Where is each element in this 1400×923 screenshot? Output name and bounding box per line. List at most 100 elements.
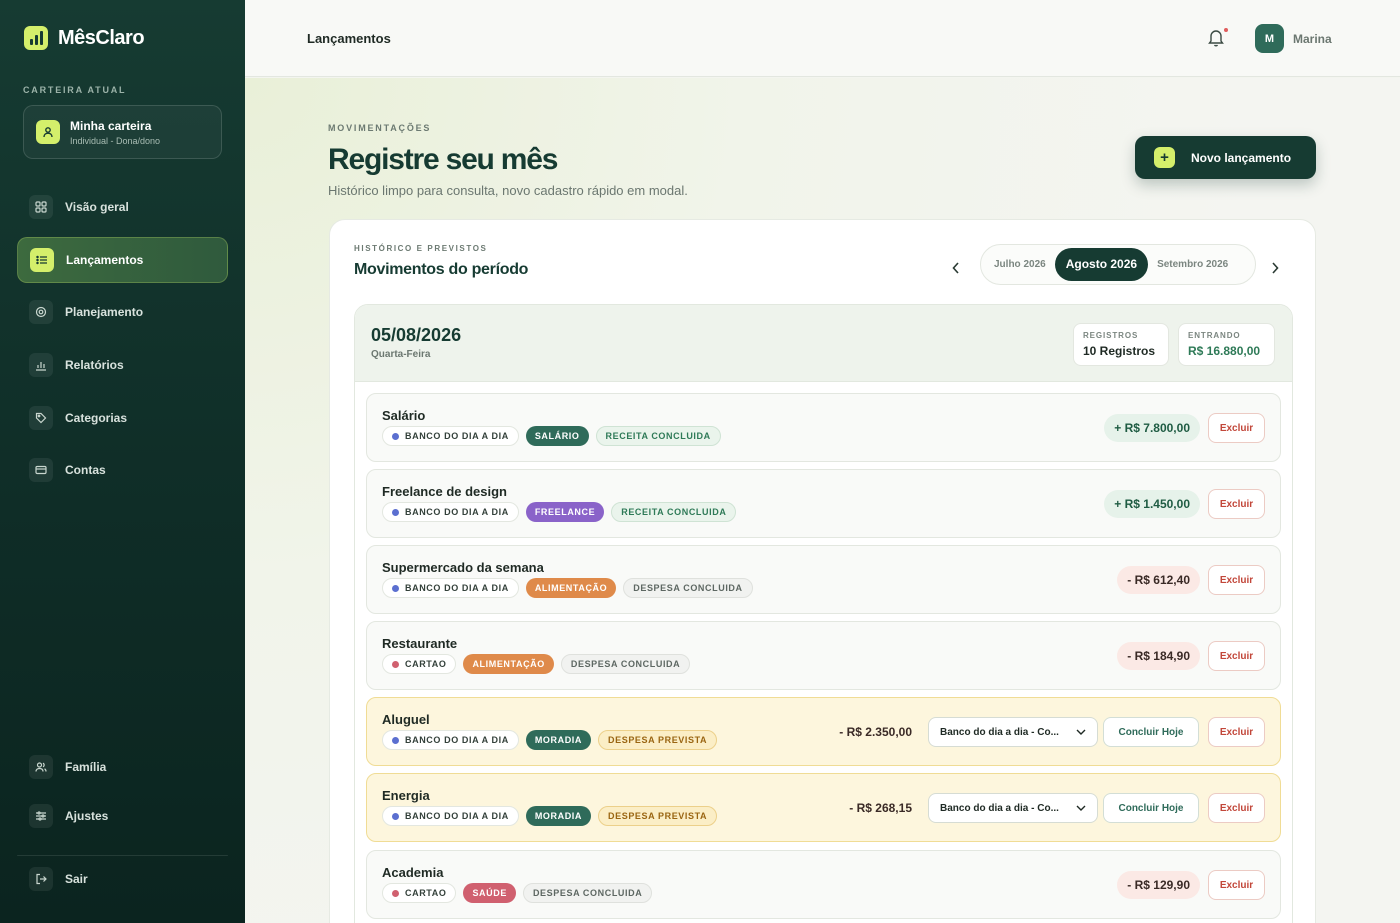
- transaction-row[interactable]: Freelance de design BANCO DO DIA A DIA F…: [366, 469, 1281, 538]
- account-dot-icon: [392, 736, 399, 744]
- account-tag: CARTAO: [382, 883, 457, 903]
- target-icon: [29, 300, 53, 324]
- transaction-name: Salário: [382, 408, 426, 423]
- user-name[interactable]: Marina: [1293, 32, 1332, 46]
- transaction-row[interactable]: Salário BANCO DO DIA A DIA SALÁRIO RECEI…: [366, 393, 1281, 462]
- entrando-stat: ENTRANDO R$ 16.880,00: [1178, 323, 1275, 366]
- transaction-row[interactable]: Restaurante CARTAO ALIMENTAÇÃO DESPESA C…: [366, 621, 1281, 690]
- transaction-row[interactable]: Academia CARTAO SAÚDE DESPESA CONCLUIDA …: [366, 850, 1281, 919]
- delete-button[interactable]: Excluir: [1208, 793, 1265, 823]
- transaction-row[interactable]: Aluguel BANCO DO DIA A DIA MORADIA DESPE…: [366, 697, 1281, 766]
- account-dot-icon: [392, 432, 399, 440]
- delete-button[interactable]: Excluir: [1208, 870, 1265, 900]
- account-dot-icon: [392, 812, 399, 820]
- sidebar-item-label: Ajustes: [65, 809, 109, 823]
- sidebar-item-planejamento[interactable]: Planejamento: [17, 289, 228, 335]
- delete-button[interactable]: Excluir: [1208, 565, 1265, 595]
- chevron-right-icon[interactable]: [1265, 258, 1285, 278]
- sidebar-item-familia[interactable]: Família: [17, 744, 228, 790]
- stat-label: REGISTROS: [1083, 331, 1139, 340]
- status-badge: RECEITA CONCLUIDA: [595, 426, 721, 446]
- account-dot-icon: [392, 584, 399, 592]
- sidebar-item-relatorios[interactable]: Relatórios: [17, 342, 228, 388]
- conclude-today-button[interactable]: Concluir Hoje: [1103, 793, 1199, 823]
- sidebar: MêsClaro CARTEIRA ATUAL Minha carteira I…: [0, 0, 245, 923]
- category-tag: ALIMENTAÇÃO: [463, 654, 554, 674]
- sidebar-item-sair[interactable]: Sair: [17, 856, 228, 902]
- sidebar-item-label: Relatórios: [65, 358, 124, 372]
- category-tag: SALÁRIO: [525, 426, 589, 446]
- status-badge: DESPESA PREVISTA: [598, 806, 718, 826]
- notification-dot: [1224, 28, 1228, 32]
- delete-button[interactable]: Excluir: [1208, 489, 1265, 519]
- account-tag: BANCO DO DIA A DIA: [382, 730, 519, 750]
- month-tab-julho[interactable]: Julho 2026: [985, 248, 1055, 281]
- account-tag: BANCO DO DIA A DIA: [382, 578, 519, 598]
- transaction-row[interactable]: Energia BANCO DO DIA A DIA MORADIA DESPE…: [366, 773, 1281, 842]
- chevron-down-icon: [1076, 805, 1086, 811]
- sidebar-item-ajustes[interactable]: Ajustes: [17, 793, 228, 839]
- category-tag: MORADIA: [525, 730, 592, 750]
- chevron-left-icon[interactable]: [946, 258, 966, 278]
- account-dot-icon: [392, 889, 399, 897]
- app-name: MêsClaro: [58, 26, 145, 49]
- transaction-name: Energia: [382, 788, 430, 803]
- account-tag: BANCO DO DIA A DIA: [382, 806, 519, 826]
- account-tag: CARTAO: [382, 654, 457, 674]
- month-selector: Julho 2026 Agosto 2026 Setembro 2026: [980, 244, 1256, 285]
- day-header: 05/08/2026 Quarta-Feira REGISTROS 10 Reg…: [355, 305, 1292, 382]
- status-badge: DESPESA CONCLUIDA: [522, 883, 653, 903]
- avatar[interactable]: M: [1255, 24, 1284, 53]
- sidebar-item-label: Lançamentos: [66, 253, 144, 267]
- sidebar-item-label: Visão geral: [65, 200, 129, 214]
- stat-label: ENTRANDO: [1188, 331, 1241, 340]
- chevron-down-icon: [1076, 729, 1086, 735]
- transaction-name: Supermercado da semana: [382, 560, 544, 575]
- delete-button[interactable]: Excluir: [1208, 413, 1265, 443]
- page-title: Registre seu mês: [328, 143, 558, 176]
- status-badge: DESPESA CONCLUIDA: [560, 654, 691, 674]
- transaction-amount: - R$ 2.350,00: [839, 725, 912, 739]
- account-dot-icon: [392, 508, 399, 516]
- month-tab-setembro[interactable]: Setembro 2026: [1148, 248, 1237, 281]
- sidebar-item-categorias[interactable]: Categorias: [17, 395, 228, 441]
- logo-chart-icon: [24, 26, 48, 50]
- list-icon: [30, 248, 54, 272]
- sidebar-item-visao-geral[interactable]: Visão geral: [17, 184, 228, 230]
- sliders-icon: [29, 804, 53, 828]
- category-tag: FREELANCE: [525, 502, 605, 522]
- sidebar-item-label: Categorias: [65, 411, 128, 425]
- bar-chart-icon: [29, 353, 53, 377]
- transaction-name: Restaurante: [382, 636, 458, 651]
- sidebar-item-label: Contas: [65, 463, 106, 477]
- delete-button[interactable]: Excluir: [1208, 641, 1265, 671]
- wallet-section-label: CARTEIRA ATUAL: [23, 85, 127, 95]
- app-logo[interactable]: MêsClaro: [24, 26, 145, 50]
- month-tab-agosto[interactable]: Agosto 2026: [1054, 248, 1149, 281]
- day-date: 05/08/2026: [371, 325, 462, 345]
- sidebar-item-contas[interactable]: Contas: [17, 447, 228, 493]
- account-tag: BANCO DO DIA A DIA: [382, 426, 519, 446]
- transaction-row[interactable]: Supermercado da semana BANCO DO DIA A DI…: [366, 545, 1281, 614]
- day-group: 05/08/2026 Quarta-Feira REGISTROS 10 Reg…: [354, 304, 1293, 923]
- account-select[interactable]: Banco do dia a dia - Co...: [928, 793, 1098, 823]
- day-weekday: Quarta-Feira: [371, 349, 431, 360]
- conclude-today-button[interactable]: Concluir Hoje: [1103, 717, 1199, 747]
- transaction-name: Academia: [382, 865, 444, 880]
- account-tag: BANCO DO DIA A DIA: [382, 502, 519, 522]
- bell-icon[interactable]: [1207, 27, 1225, 47]
- transaction-amount: - R$ 184,90: [1117, 642, 1200, 670]
- delete-button[interactable]: Excluir: [1208, 717, 1265, 747]
- logout-icon: [29, 867, 53, 891]
- wallet-selector[interactable]: Minha carteira Individual - Dona/dono: [23, 105, 222, 159]
- status-badge: DESPESA PREVISTA: [598, 730, 718, 750]
- transaction-amount: - R$ 268,15: [849, 801, 912, 815]
- page-subtitle: Histórico limpo para consulta, novo cada…: [328, 183, 688, 198]
- transaction-name: Freelance de design: [382, 484, 507, 499]
- main-content: MOVIMENTAÇÕES Registre seu mês Histórico…: [245, 78, 1400, 923]
- account-select[interactable]: Banco do dia a dia - Co...: [928, 717, 1098, 747]
- stat-value: R$ 16.880,00: [1188, 344, 1261, 358]
- sidebar-item-lancamentos[interactable]: Lançamentos: [17, 237, 228, 283]
- sidebar-item-label: Família: [65, 760, 107, 774]
- new-transaction-button[interactable]: + Novo lançamento: [1135, 136, 1316, 179]
